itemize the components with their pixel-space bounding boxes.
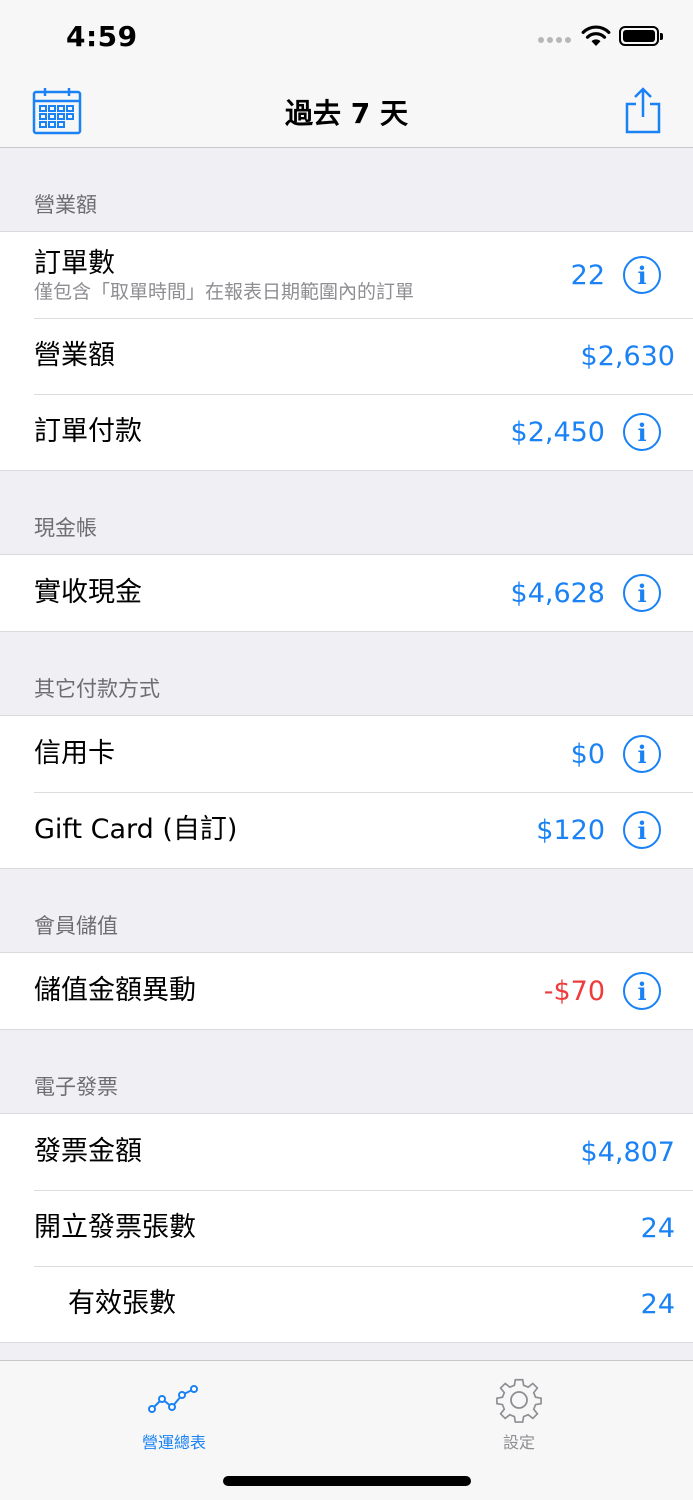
row-value: -$70 [543, 975, 605, 1007]
row-gift-card[interactable]: Gift Card (自訂) $120 i [0, 792, 693, 868]
row-label: 營業額 [34, 340, 115, 371]
section-revenue: 訂單數 僅包含「取單時間」在報表日期範圍內的訂單 22 i 營業額 $2,630… [0, 232, 693, 471]
info-icon[interactable]: i [623, 972, 661, 1010]
row-value: $2,450 [510, 416, 605, 448]
row-valid-invoices[interactable]: 有效張數 24 [0, 1266, 693, 1342]
row-stored-value-change[interactable]: 儲值金額異動 -$70 i [0, 953, 693, 1029]
info-icon[interactable]: i [623, 811, 661, 849]
row-value: 24 [640, 1288, 675, 1320]
row-value: 24 [640, 1212, 675, 1244]
home-indicator [223, 1476, 471, 1486]
section-title: 其它付款方式 [34, 677, 160, 701]
section-title: 營業額 [34, 193, 97, 217]
row-label: 有效張數 [68, 1288, 176, 1319]
row-revenue[interactable]: 營業額 $2,630 [0, 318, 693, 394]
section-header-revenue: 營業額 [0, 148, 693, 232]
row-label: 訂單數 [34, 248, 115, 279]
status-indicators [538, 24, 663, 48]
status-time: 4:59 [66, 20, 138, 53]
row-label: 實收現金 [34, 577, 142, 608]
tab-settings[interactable]: 設定 [449, 1375, 589, 1453]
row-order-payment[interactable]: 訂單付款 $2,450 i [0, 394, 693, 470]
chart-line-icon [148, 1385, 198, 1413]
row-label: 開立發票張數 [34, 1212, 196, 1243]
info-icon[interactable]: i [623, 574, 661, 612]
tab-label: 營運總表 [141, 1433, 206, 1452]
section-title: 電子發票 [34, 1075, 118, 1099]
row-cash-received[interactable]: 實收現金 $4,628 i [0, 555, 693, 631]
info-icon[interactable]: i [623, 413, 661, 451]
row-value: $0 [570, 738, 605, 770]
row-label: 訂單付款 [34, 416, 142, 447]
info-icon[interactable]: i [623, 256, 661, 294]
section-header-other-payments: 其它付款方式 [0, 632, 693, 716]
row-invoices-issued[interactable]: 開立發票張數 24 [0, 1190, 693, 1266]
row-label: 信用卡 [34, 738, 115, 769]
tab-label: 設定 [502, 1433, 535, 1452]
row-credit-card[interactable]: 信用卡 $0 i [0, 716, 693, 792]
row-value: $120 [536, 814, 605, 846]
section-title: 會員儲值 [34, 914, 118, 938]
tab-operations-summary[interactable]: 營運總表 [104, 1375, 244, 1453]
row-label: 發票金額 [34, 1136, 142, 1167]
section-header-cash: 現金帳 [0, 471, 693, 555]
row-value: $4,628 [510, 577, 605, 609]
row-label: Gift Card (自訂) [34, 814, 238, 845]
row-subtitle: 僅包含「取單時間」在報表日期範圍內的訂單 [34, 281, 415, 303]
section-e-invoice: 發票金額 $4,807 開立發票張數 24 有效張數 24 [0, 1114, 693, 1343]
report-list[interactable]: 營業額 訂單數 僅包含「取單時間」在報表日期範圍內的訂單 22 i 營業額 $2… [0, 148, 693, 1360]
section-other-payments: 信用卡 $0 i Gift Card (自訂) $120 i [0, 716, 693, 869]
section-title: 現金帳 [34, 516, 97, 540]
row-order-count[interactable]: 訂單數 僅包含「取單時間」在報表日期範圍內的訂單 22 i [0, 232, 693, 318]
share-icon[interactable] [623, 86, 663, 136]
section-header-e-invoice: 電子發票 [0, 1030, 693, 1114]
wifi-icon [581, 25, 611, 46]
section-cash: 實收現金 $4,628 i [0, 555, 693, 632]
section-header-member-stored-value: 會員儲值 [0, 869, 693, 953]
status-bar: 4:59 [0, 0, 693, 72]
gear-icon [496, 1378, 542, 1423]
navigation-bar: 過去 7 天 [0, 72, 693, 148]
section-member-stored-value: 儲值金額異動 -$70 i [0, 953, 693, 1030]
row-value: $2,630 [580, 340, 675, 372]
battery-icon [619, 26, 663, 46]
signal-icon [538, 37, 571, 43]
page-title: 過去 7 天 [285, 97, 408, 130]
row-value: $4,807 [580, 1136, 675, 1168]
row-value: 22 [570, 259, 605, 291]
row-invoice-amount[interactable]: 發票金額 $4,807 [0, 1114, 693, 1190]
row-label: 儲值金額異動 [34, 975, 196, 1006]
info-icon[interactable]: i [623, 735, 661, 773]
